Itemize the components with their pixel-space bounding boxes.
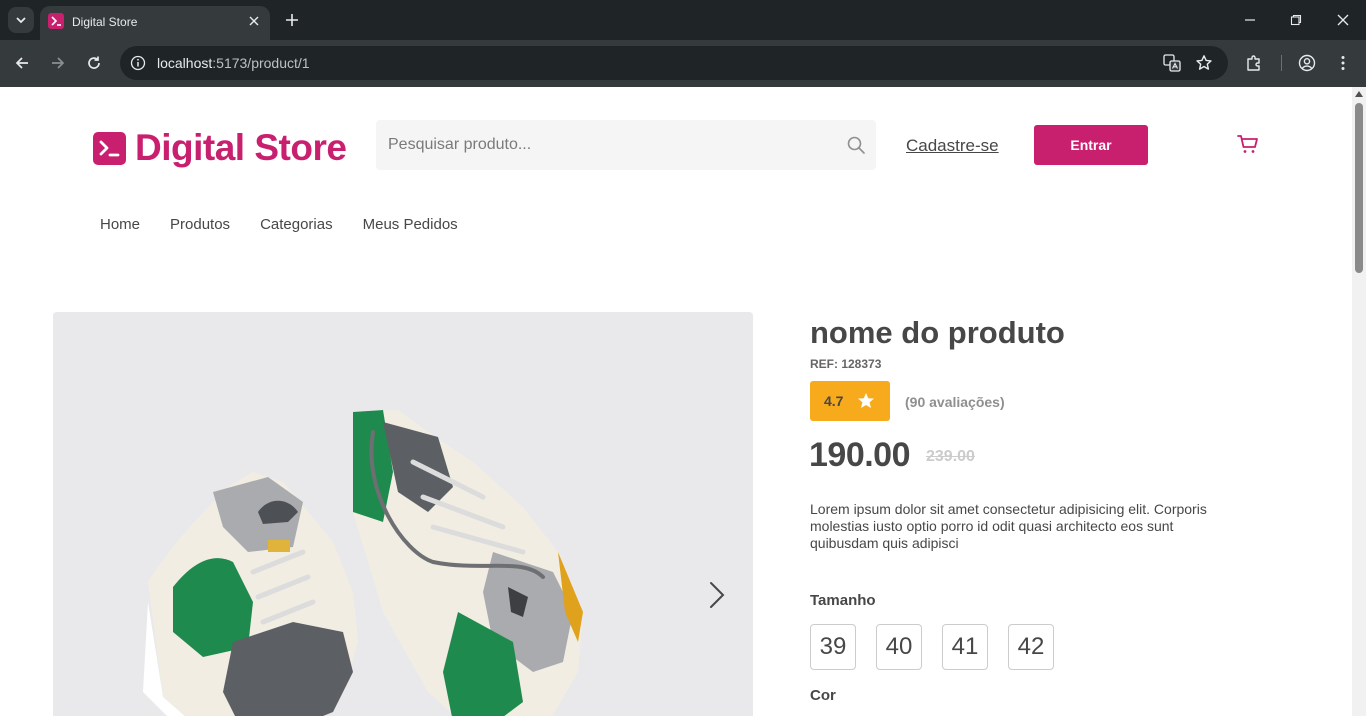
rating-value: 4.7	[824, 393, 844, 409]
scroll-up-icon[interactable]	[1355, 91, 1363, 97]
site-logo[interactable]: Digital Store	[93, 127, 347, 169]
url-path: :5173/product/1	[212, 55, 310, 71]
star-icon	[858, 393, 875, 408]
browser-tabstrip: Digital Store	[0, 0, 1366, 40]
browser-tab[interactable]: Digital Store	[40, 6, 270, 40]
tab-title: Digital Store	[72, 15, 138, 29]
size-option-40[interactable]: 40	[876, 624, 922, 670]
product-old-price: 239.00	[926, 448, 975, 465]
search-input[interactable]	[376, 120, 836, 170]
product-gallery	[53, 312, 753, 716]
browser-toolbar: localhost:5173/product/1	[0, 40, 1366, 87]
size-label: Tamanho	[810, 592, 876, 609]
chevron-down-icon	[16, 17, 26, 24]
color-label: Cor	[810, 687, 836, 704]
site-info-icon[interactable]	[128, 53, 148, 73]
main-nav: Home Produtos Categorias Meus Pedidos	[100, 216, 488, 233]
url-text: localhost:5173/product/1	[157, 55, 310, 71]
product-ref: REF: 128373	[810, 357, 882, 371]
product-image	[53, 312, 753, 716]
signup-link[interactable]: Cadastre-se	[906, 136, 999, 156]
reload-button[interactable]	[84, 53, 104, 73]
favicon-icon	[48, 13, 64, 29]
size-option-39[interactable]: 39	[810, 624, 856, 670]
back-button[interactable]	[12, 53, 32, 73]
reviews-count: (90 avaliações)	[905, 394, 1005, 410]
logo-text: Digital Store	[135, 127, 347, 168]
size-options: 39 40 41 42	[810, 624, 1074, 670]
nav-item-home[interactable]: Home	[100, 216, 140, 233]
profile-icon[interactable]	[1296, 52, 1318, 74]
cart-icon[interactable]	[1236, 132, 1260, 156]
close-window-button[interactable]	[1333, 10, 1353, 30]
page-content: Digital Store Cadastre-se Entrar Home Pr…	[0, 87, 1352, 716]
nav-item-meus-pedidos[interactable]: Meus Pedidos	[363, 216, 458, 233]
url-host: localhost	[157, 55, 213, 71]
bookmark-star-icon[interactable]	[1193, 52, 1215, 74]
minimize-icon	[1245, 19, 1255, 21]
page-scrollbar[interactable]	[1352, 87, 1366, 716]
size-option-42[interactable]: 42	[1008, 624, 1054, 670]
toolbar-divider	[1281, 55, 1282, 71]
login-button[interactable]: Entrar	[1034, 125, 1148, 165]
nav-item-categorias[interactable]: Categorias	[260, 216, 333, 233]
size-option-41[interactable]: 41	[942, 624, 988, 670]
terminal-icon	[93, 131, 126, 165]
search-bar	[376, 120, 876, 170]
reload-icon	[88, 56, 100, 69]
search-icon[interactable]	[846, 135, 866, 155]
forward-button[interactable]	[48, 53, 68, 73]
menu-kebab-icon[interactable]	[1332, 52, 1354, 74]
restore-icon	[1290, 14, 1302, 26]
tab-search-button[interactable]	[8, 7, 34, 33]
chevron-right-icon[interactable]	[705, 580, 729, 610]
tab-close-icon[interactable]	[246, 13, 262, 29]
rating-badge: 4.7	[810, 381, 890, 421]
plus-icon	[286, 14, 298, 26]
arrow-right-icon	[52, 57, 65, 69]
close-icon	[1337, 14, 1349, 26]
scrollbar-thumb[interactable]	[1355, 103, 1363, 273]
nav-item-produtos[interactable]: Produtos	[170, 216, 230, 233]
new-tab-button[interactable]	[282, 10, 302, 30]
product-title: nome do produto	[810, 315, 1065, 350]
product-price: 190.00	[809, 436, 911, 474]
extensions-icon[interactable]	[1243, 52, 1265, 74]
translate-icon[interactable]	[1161, 52, 1183, 74]
minimize-button[interactable]	[1240, 10, 1260, 30]
product-description: Lorem ipsum dolor sit amet consectetur a…	[810, 501, 1207, 551]
restore-button[interactable]	[1286, 10, 1306, 30]
arrow-left-icon	[15, 57, 28, 69]
address-bar[interactable]: localhost:5173/product/1	[120, 46, 1228, 80]
